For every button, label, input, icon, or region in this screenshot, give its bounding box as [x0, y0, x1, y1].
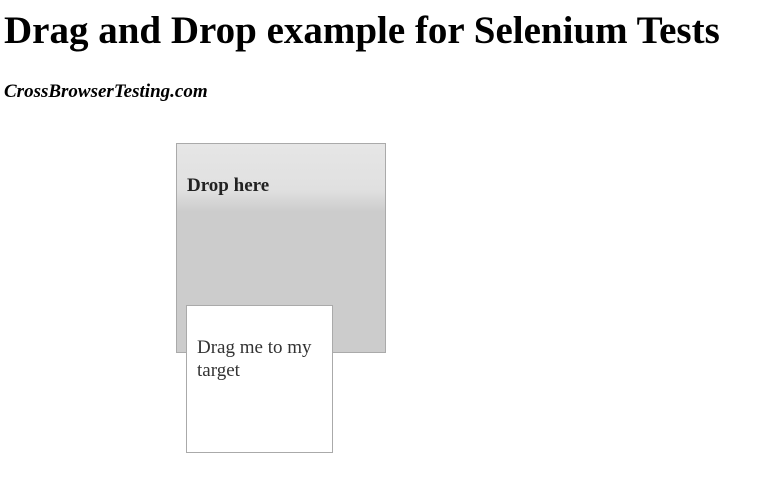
page-title: Drag and Drop example for Selenium Tests	[4, 9, 720, 52]
draggable-box[interactable]: Drag me to my target	[186, 305, 333, 453]
draggable-box-label: Drag me to my target	[197, 337, 312, 381]
drop-target-label: Drop here	[187, 175, 270, 196]
site-subtitle: CrossBrowserTesting.com	[4, 81, 208, 102]
